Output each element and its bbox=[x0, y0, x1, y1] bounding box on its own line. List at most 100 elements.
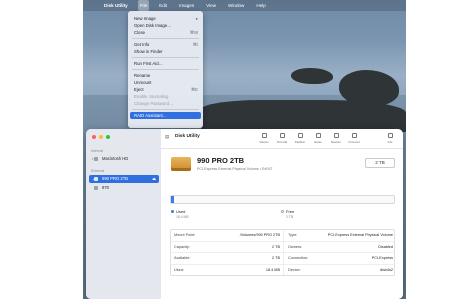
info-row: Mount Point:/Volumes/990 PRO 2TB Type: PCI… bbox=[171, 230, 394, 242]
apple-icon[interactable] bbox=[89, 2, 96, 9]
partition-icon bbox=[297, 133, 303, 138]
menu-item-close[interactable]: Close ⌘W bbox=[128, 29, 203, 36]
erase-icon bbox=[315, 133, 321, 138]
partition-label: Partition bbox=[294, 140, 306, 144]
info-row: Used: 18.4 MB Device: disk4s2 bbox=[171, 265, 394, 277]
info-value: /Volumes/990 PRO 2TB bbox=[239, 233, 280, 237]
page-bottom bbox=[83, 299, 406, 308]
menu-item-label: Eject bbox=[134, 87, 144, 92]
menu-item-label: Get Info bbox=[134, 42, 150, 47]
menu-item-shortcut: ⌘I bbox=[192, 42, 199, 47]
zoom-button[interactable] bbox=[106, 135, 110, 139]
sidebar-view-icon[interactable]: ▤ bbox=[165, 134, 169, 140]
menu-edit[interactable]: Edit bbox=[157, 0, 169, 11]
info-table: Mount Point:/Volumes/990 PRO 2TB Type: PCI… bbox=[170, 229, 395, 276]
info-row: Available: 2 TB Connection: PCI-Express bbox=[171, 253, 394, 265]
drive-subtitle: PCI-Express External Physical Volume • E… bbox=[197, 167, 273, 171]
menu-app-name[interactable]: Disk Utility bbox=[102, 0, 130, 11]
sidebar-item-label: 990 PRO 2TB bbox=[102, 176, 129, 181]
window-title: Disk Utility bbox=[175, 134, 200, 139]
menu-item-label: Close bbox=[134, 30, 145, 35]
menu-separator bbox=[132, 57, 199, 58]
menu-item-label: Unmount bbox=[134, 80, 152, 85]
menu-item-raid-assistant[interactable]: RAID Assistant… bbox=[130, 112, 201, 119]
sidebar-heading-external: External bbox=[91, 169, 105, 173]
menu-item-label: Change Password… bbox=[134, 101, 174, 106]
volume-label: Volume bbox=[259, 140, 269, 144]
toolbar: ▤ Disk Utility Volume First Aid Partitio… bbox=[161, 129, 403, 149]
menu-item-unmount[interactable]: Unmount bbox=[128, 79, 203, 86]
menu-separator bbox=[132, 38, 199, 39]
file-menu-dropdown: New Image ▸ Open Disk Image… Close ⌘W Get Inf… bbox=[128, 11, 203, 128]
free-value: 2 TB bbox=[286, 215, 294, 219]
menu-view[interactable]: View bbox=[204, 0, 218, 11]
partition-button[interactable]: Partition bbox=[293, 133, 307, 144]
rock bbox=[291, 68, 333, 84]
menubar: Disk Utility File Edit Images View Windo… bbox=[83, 0, 406, 11]
sidebar-item-970[interactable]: 970 bbox=[89, 184, 159, 192]
erase-button[interactable]: Erase bbox=[311, 133, 325, 144]
menu-item-shortcut: ⌘E bbox=[190, 87, 198, 92]
minimize-button[interactable] bbox=[99, 135, 103, 139]
restore-button[interactable]: Restore bbox=[329, 133, 343, 144]
usage-bar bbox=[170, 195, 395, 204]
rock bbox=[201, 104, 231, 124]
sidebar-item-macintosh-hd[interactable]: › Macintosh HD bbox=[89, 155, 159, 163]
free-label: Free bbox=[286, 209, 295, 214]
used-dot bbox=[171, 210, 174, 214]
menu-item-label: Enable Journaling bbox=[134, 94, 169, 99]
first-aid-label: First Aid bbox=[276, 140, 288, 144]
legend-used: Used 18.4 MB bbox=[171, 209, 189, 219]
menu-item-show-in-finder[interactable]: Show in Finder bbox=[128, 48, 203, 55]
info-icon bbox=[387, 133, 393, 138]
menu-item-enable-journaling: Enable Journaling bbox=[128, 93, 203, 100]
volume-button[interactable]: Volume bbox=[257, 133, 271, 144]
desktop-wallpaper: Disk Utility File Edit Images View Windo… bbox=[83, 0, 406, 299]
disk-icon bbox=[94, 157, 98, 161]
info-value: 2 TB bbox=[272, 244, 280, 249]
menu-item-new-image[interactable]: New Image ▸ bbox=[128, 15, 203, 22]
menu-item-label: New Image bbox=[134, 16, 156, 21]
menu-images[interactable]: Images bbox=[177, 0, 196, 11]
menu-item-change-password: Change Password… bbox=[128, 100, 203, 107]
close-button[interactable] bbox=[92, 135, 96, 139]
menu-help[interactable]: Help bbox=[254, 0, 267, 11]
menu-item-eject[interactable]: Eject ⌘E bbox=[128, 86, 203, 93]
legend-free: Free 2 TB bbox=[281, 209, 294, 219]
eject-icon[interactable]: ⏏ bbox=[152, 175, 156, 183]
first-aid-button[interactable]: First Aid bbox=[275, 133, 289, 144]
menu-item-label: Run First Aid… bbox=[134, 61, 163, 66]
info-value: disk4s2 bbox=[380, 267, 393, 272]
menu-window[interactable]: Window bbox=[226, 0, 246, 11]
menu-item-open-disk-image[interactable]: Open Disk Image… bbox=[128, 22, 203, 29]
unmount-button[interactable]: Unmount bbox=[347, 133, 361, 144]
detail-pane: 990 PRO 2TB PCI-Express External Physica… bbox=[161, 149, 403, 299]
eject-icon bbox=[351, 133, 357, 138]
info-label: Info bbox=[387, 140, 393, 144]
rock bbox=[201, 100, 406, 132]
restore-icon bbox=[333, 133, 339, 138]
free-dot bbox=[281, 210, 284, 214]
volume-icon bbox=[261, 133, 267, 138]
sidebar-item-990-pro[interactable]: ⌄ 990 PRO 2TB ⏏ bbox=[89, 175, 159, 183]
menu-item-rename[interactable]: Rename bbox=[128, 72, 203, 79]
menu-item-get-info[interactable]: Get Info ⌘I bbox=[128, 41, 203, 48]
menu-item-run-first-aid[interactable]: Run First Aid… bbox=[128, 60, 203, 67]
usage-bar-fill bbox=[171, 196, 175, 203]
menu-file[interactable]: File bbox=[137, 0, 150, 11]
menu-separator bbox=[132, 69, 199, 70]
used-label: Used bbox=[176, 209, 186, 214]
info-row: Capacity: 2 TB Owners: Disabled bbox=[171, 242, 394, 253]
info-value: PCI-Express External Physical Volume bbox=[327, 233, 393, 237]
sidebar-heading-internal: Internal bbox=[91, 149, 103, 153]
menu-item-label: RAID Assistant… bbox=[134, 113, 167, 118]
sidebar-item-label: 970 bbox=[102, 185, 109, 190]
disk-icon bbox=[94, 177, 98, 181]
info-value: PCI-Express bbox=[371, 256, 393, 260]
info-button[interactable]: Info bbox=[383, 133, 397, 144]
drive-name: 990 PRO 2TB bbox=[197, 156, 245, 165]
used-value: 18.4 MB bbox=[176, 215, 189, 219]
menu-item-label: Rename bbox=[134, 73, 151, 78]
menu-item-label: Open Disk Image… bbox=[134, 23, 172, 28]
restore-label: Restore bbox=[331, 140, 341, 144]
